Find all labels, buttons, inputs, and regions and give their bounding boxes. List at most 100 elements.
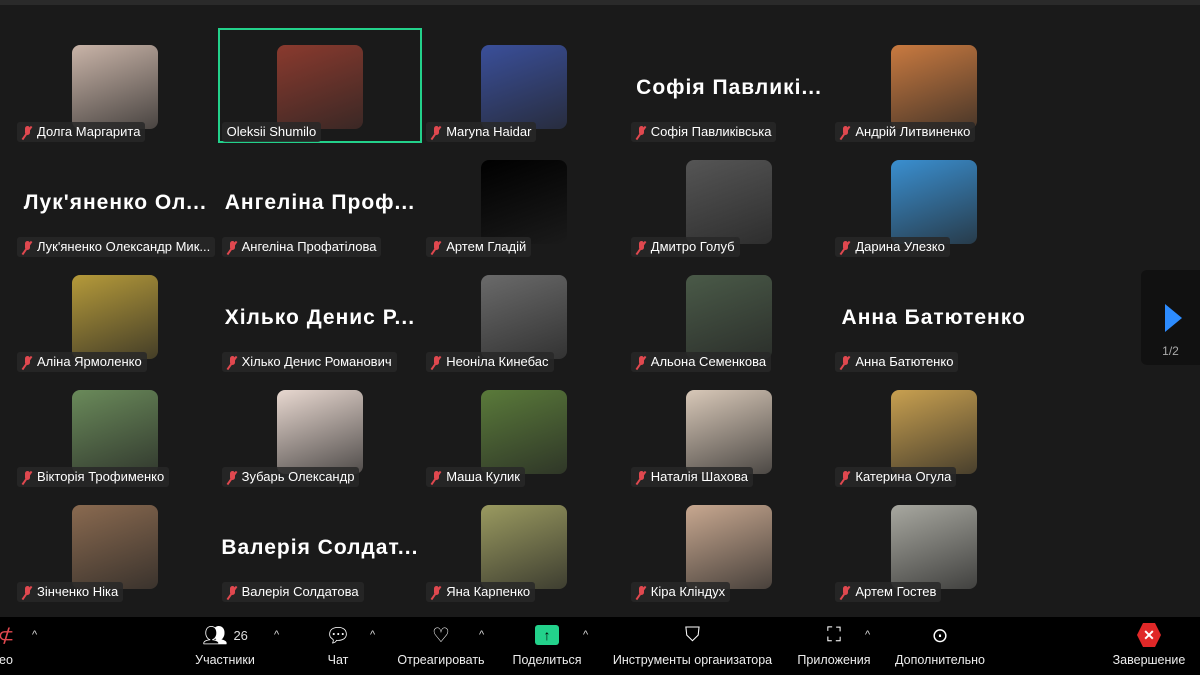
participant-name-label: Долга Маргарита — [17, 122, 146, 142]
participant-name: Лук'яненко Олександр Мик... — [37, 239, 211, 254]
apps-label: Приложения — [797, 653, 871, 667]
participant-name-label: Яна Карпенко — [426, 582, 536, 602]
meeting-toolbar: ⊄ ео ^ 👥︎ 26 Участники ^ 💬︎ Чат ^ ♡ Отреа… — [0, 617, 1200, 675]
participant-name-label: Катерина Огула — [835, 467, 957, 487]
mic-muted-icon — [636, 470, 646, 484]
participant-tile[interactable]: Лук'яненко Ол... Лук'яненко Олександр Мик… — [13, 143, 218, 258]
react-label: Отреагировать — [397, 653, 485, 667]
participant-name-label: Дмитро Голуб — [630, 237, 740, 257]
more-label: Дополнительно — [895, 653, 985, 667]
participant-tile[interactable]: Андрій Литвиненко — [831, 28, 1036, 143]
participant-tile[interactable]: Дарина Улезко — [831, 143, 1036, 258]
participant-tile[interactable]: Долга Маргарита — [13, 28, 218, 143]
participant-name: Ангеліна Профатілова — [241, 239, 377, 254]
participant-tile[interactable]: Анна Батютенко Анна Батютенко — [831, 258, 1036, 373]
participant-video — [686, 390, 773, 474]
participant-tile[interactable]: Валерія Солдат... Валерія Солдатова — [218, 488, 423, 603]
participant-name: Маша Кулик — [446, 469, 520, 484]
participant-video — [890, 160, 977, 244]
end-icon: ✕ — [1137, 623, 1161, 647]
share-button[interactable]: ↑ Поделиться — [507, 617, 587, 675]
participant-tile[interactable]: Неоніла Кинебас — [422, 258, 627, 373]
participant-name: Maryna Haidar — [446, 124, 532, 139]
participant-tile[interactable]: Артем Гладій — [422, 143, 627, 258]
mic-muted-icon — [431, 585, 441, 599]
mic-muted-icon — [431, 355, 441, 369]
more-icon: ⊙ — [931, 624, 949, 647]
participant-name-label: Кіра Кліндух — [630, 582, 731, 602]
host-tools-button[interactable]: ⛉ Инструменты организатора — [605, 617, 780, 675]
participant-tile[interactable]: Хілько Денис Р... Хілько Денис Романович — [218, 258, 423, 373]
end-meeting-button[interactable]: ✕ Завершение — [1108, 617, 1190, 675]
participant-tile[interactable]: Альона Семенкова — [627, 258, 832, 373]
chat-label: Чат — [327, 653, 349, 667]
participant-name-label: Альона Семенкова — [630, 352, 772, 372]
participant-tile[interactable]: Кіра Кліндух — [627, 488, 832, 603]
react-button[interactable]: ♡ Отреагировать — [390, 617, 492, 675]
chat-button[interactable]: 💬︎ Чат — [318, 617, 358, 675]
participant-name-label: Хілько Денис Романович — [221, 352, 397, 372]
participant-tile[interactable]: Oleksii Shumilo — [217, 28, 423, 143]
mic-muted-icon — [227, 470, 237, 484]
participant-name: Дмитро Голуб — [650, 239, 735, 254]
apps-options-caret[interactable]: ^ — [865, 629, 870, 641]
participant-tile[interactable]: Вікторія Трофименко — [13, 373, 218, 488]
participant-name: Вікторія Трофименко — [37, 469, 165, 484]
participant-name-label: Зубарь Олександр — [221, 467, 360, 487]
apps-icon: ⛶ — [827, 623, 841, 646]
page-indicator: 1/2 — [1162, 344, 1179, 358]
participants-button[interactable]: 👥︎ 26 Участники — [185, 617, 265, 675]
participant-name-label: Софія Павликівська — [630, 122, 777, 142]
participant-display-name: Валерія Солдат... — [221, 536, 419, 559]
participant-video — [890, 45, 977, 129]
mic-muted-icon — [840, 125, 850, 139]
participant-tile[interactable]: Наталія Шахова — [627, 373, 832, 488]
share-options-caret[interactable]: ^ — [583, 629, 588, 641]
more-button[interactable]: ⊙ Дополнительно — [888, 617, 992, 675]
participant-name-label: Дарина Улезко — [835, 237, 950, 257]
participant-name: Анна Батютенко — [855, 354, 954, 369]
participant-name: Альона Семенкова — [650, 354, 767, 369]
participant-video — [686, 505, 773, 589]
participant-video — [276, 45, 363, 129]
video-label: ео — [0, 653, 13, 667]
video-button[interactable]: ⊄ ео — [0, 617, 26, 675]
participant-tile[interactable]: Зубарь Олександр — [218, 373, 423, 488]
participant-video — [890, 505, 977, 589]
participant-name: Андрій Литвиненко — [855, 124, 971, 139]
next-page-button[interactable]: 1/2 — [1141, 270, 1200, 365]
participant-tile[interactable]: Софія Павликі... Софія Павликівська — [627, 28, 832, 143]
participant-name-label: Анна Батютенко — [835, 352, 959, 372]
participant-tile[interactable]: Катерина Огула — [831, 373, 1036, 488]
participant-name-label: Аліна Ярмоленко — [17, 352, 147, 372]
participant-tile[interactable]: Аліна Ярмоленко — [13, 258, 218, 373]
mic-muted-icon — [227, 355, 237, 369]
mic-muted-icon — [22, 355, 32, 369]
participant-video — [686, 275, 773, 359]
participant-display-name: Лук'яненко Ол... — [23, 191, 207, 214]
video-options-caret[interactable]: ^ — [32, 629, 37, 641]
mic-muted-icon — [840, 470, 850, 484]
mic-muted-icon — [22, 470, 32, 484]
mic-muted-icon — [636, 240, 646, 254]
react-options-caret[interactable]: ^ — [479, 629, 484, 641]
participant-video — [481, 275, 568, 359]
participant-video — [890, 390, 977, 474]
participants-options-caret[interactable]: ^ — [274, 629, 279, 641]
participant-name-label: Ангеліна Профатілова — [221, 237, 382, 257]
participant-name: Катерина Огула — [855, 469, 952, 484]
participant-tile[interactable]: Ангеліна Проф... Ангеліна Профатілова — [218, 143, 423, 258]
chat-options-caret[interactable]: ^ — [370, 629, 375, 641]
participant-video — [481, 505, 568, 589]
host-tools-label: Инструменты организатора — [612, 653, 773, 667]
apps-button[interactable]: ⛶ Приложения — [792, 617, 876, 675]
participant-tile[interactable]: Зінченко Ніка — [13, 488, 218, 603]
participant-name-label: Артем Гладій — [426, 237, 532, 257]
participant-tile[interactable]: Maryna Haidar — [422, 28, 627, 143]
chevron-right-icon — [1165, 304, 1182, 332]
participant-tile[interactable]: Дмитро Голуб — [627, 143, 832, 258]
participant-tile[interactable]: Маша Кулик — [422, 373, 627, 488]
participant-tile[interactable]: Яна Карпенко — [422, 488, 627, 603]
participant-tile[interactable]: Артем Гостев — [831, 488, 1036, 603]
participant-name: Зінченко Ніка — [37, 584, 119, 599]
